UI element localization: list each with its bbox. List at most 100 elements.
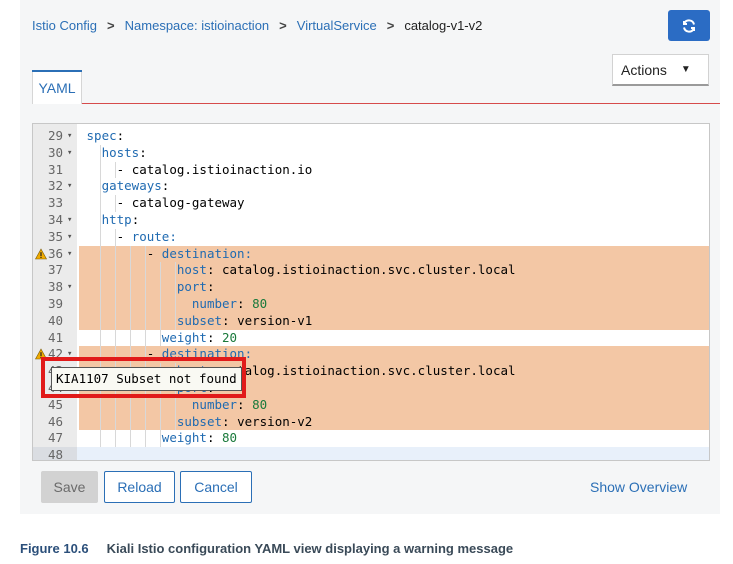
yaml-punct: :	[222, 312, 238, 328]
tab-yaml-label: YAML	[38, 79, 76, 96]
code-text: spec:	[79, 128, 709, 145]
line-number: 47	[33, 430, 77, 448]
breadcrumb-virtualservice[interactable]: VirtualService	[297, 18, 377, 33]
code-line: 32 ▾ gateways:	[33, 178, 709, 196]
yaml-key: hosts	[101, 144, 140, 160]
code-line: 34 ▾ http:	[33, 212, 709, 229]
save-button[interactable]: Save	[41, 471, 98, 503]
code-text: number: 80	[79, 396, 709, 414]
yaml-key: gateways	[101, 178, 162, 194]
breadcrumb-separator: >	[386, 18, 395, 33]
line-number: 41	[33, 329, 77, 347]
code-text: weight: 80	[79, 430, 709, 448]
yaml-punct: :	[206, 262, 223, 278]
indent-guide	[174, 262, 176, 280]
indent-guide	[114, 396, 116, 414]
code-line: 37 host: catalog.istioinaction.svc.clust…	[33, 262, 709, 280]
breadcrumb-separator: >	[107, 18, 115, 33]
refresh-button[interactable]	[668, 10, 710, 41]
indent-guide	[129, 245, 131, 263]
code-line: 38 ▾ port:	[33, 279, 709, 296]
breadcrumb-namespace[interactable]: Namespace: istioinaction	[125, 18, 270, 33]
indent-guide	[129, 413, 131, 431]
yaml-value: 80	[252, 396, 268, 412]
yaml-value: version-v1	[237, 312, 313, 328]
line-number: 46	[33, 413, 77, 431]
indent-guide	[144, 396, 146, 414]
fold-caret-icon[interactable]: ▾	[67, 128, 77, 145]
indent-guide	[174, 279, 176, 296]
code-line: 29 ▾ spec:	[33, 128, 709, 145]
fold-caret-icon[interactable]: ▾	[67, 178, 77, 195]
fold-caret-icon[interactable]: ▾	[67, 145, 77, 162]
yaml-editor[interactable]: 29 ▾ spec: 30 ▾ hosts: 31 - catalog.istioina…	[32, 123, 710, 461]
code-text: number: 80	[79, 296, 709, 313]
actions-dropdown[interactable]: Actions ▼	[612, 54, 709, 86]
indent-guide	[114, 245, 116, 263]
code-text: subset: version-v1	[79, 312, 709, 330]
show-overview-link[interactable]: Show Overview	[590, 479, 687, 495]
indent-guide	[144, 245, 146, 263]
yaml-value: route:	[131, 228, 177, 244]
yaml-key: number	[191, 396, 238, 412]
indent-guide	[99, 329, 101, 347]
indent-guide	[99, 144, 101, 162]
indent-guide	[99, 413, 101, 431]
cancel-button[interactable]: Cancel	[180, 471, 252, 503]
indent-guide	[174, 312, 176, 330]
indent-guide	[99, 312, 101, 330]
indent-guide	[159, 279, 161, 296]
indent-guide	[174, 396, 176, 414]
yaml-value: catalog.istioinaction.svc.cluster.local	[222, 262, 516, 278]
warning-triangle-icon[interactable]	[35, 247, 47, 260]
line-number: 45	[33, 396, 77, 414]
caret-down-icon: ▼	[680, 64, 691, 75]
indent-guide	[144, 430, 146, 448]
reload-button[interactable]: Reload	[104, 471, 175, 503]
yaml-key: number	[191, 296, 238, 311]
code-line: 39 number: 80	[33, 296, 709, 313]
indent-guide	[99, 161, 101, 179]
code-text: weight: 20	[79, 329, 709, 347]
indent-guide	[129, 279, 131, 296]
yaml-punct: :	[237, 296, 253, 311]
yaml-punct: -	[116, 228, 132, 244]
breadcrumb-istio-config[interactable]: Istio Config	[32, 18, 97, 33]
yaml-punct: :	[206, 430, 223, 446]
indent-guide	[114, 161, 116, 179]
indent-guide	[99, 430, 101, 448]
indent-guide	[114, 228, 116, 246]
code-text: - destination:	[79, 245, 709, 263]
code-line: 41 weight: 20	[33, 329, 709, 347]
indent-guide	[144, 312, 146, 330]
code-text: hosts:	[79, 144, 709, 162]
indent-guide	[174, 413, 176, 431]
yaml-value: catalog.istioinaction.svc.cluster.local	[222, 363, 516, 379]
indent-guide	[99, 178, 101, 196]
code-text: host: catalog.istioinaction.svc.cluster.…	[79, 262, 709, 280]
indent-guide	[99, 245, 101, 263]
fold-caret-icon[interactable]: ▾	[67, 279, 77, 296]
indent-guide	[129, 296, 131, 313]
fold-caret-icon[interactable]: ▾	[67, 212, 77, 229]
indent-guide	[159, 262, 161, 280]
indent-guide	[159, 396, 161, 414]
indent-guide	[99, 212, 101, 229]
fold-caret-icon[interactable]: ▾	[67, 246, 77, 263]
yaml-punct: -	[146, 245, 162, 261]
tab-yaml[interactable]: YAML	[32, 70, 82, 104]
indent-guide	[144, 262, 146, 280]
yaml-value: 20	[222, 329, 238, 345]
code-line: 45 number: 80	[33, 396, 709, 414]
indent-guide	[129, 329, 131, 347]
indent-guide	[144, 279, 146, 296]
fold-caret-icon[interactable]: ▾	[67, 229, 77, 246]
yaml-punct: :	[139, 144, 147, 160]
yaml-punct: :	[161, 178, 170, 194]
line-number: 33	[33, 195, 77, 212]
yaml-punct: -	[116, 195, 132, 211]
indent-guide	[99, 296, 101, 313]
code-text: - route:	[79, 228, 709, 246]
actions-label: Actions	[621, 61, 667, 78]
